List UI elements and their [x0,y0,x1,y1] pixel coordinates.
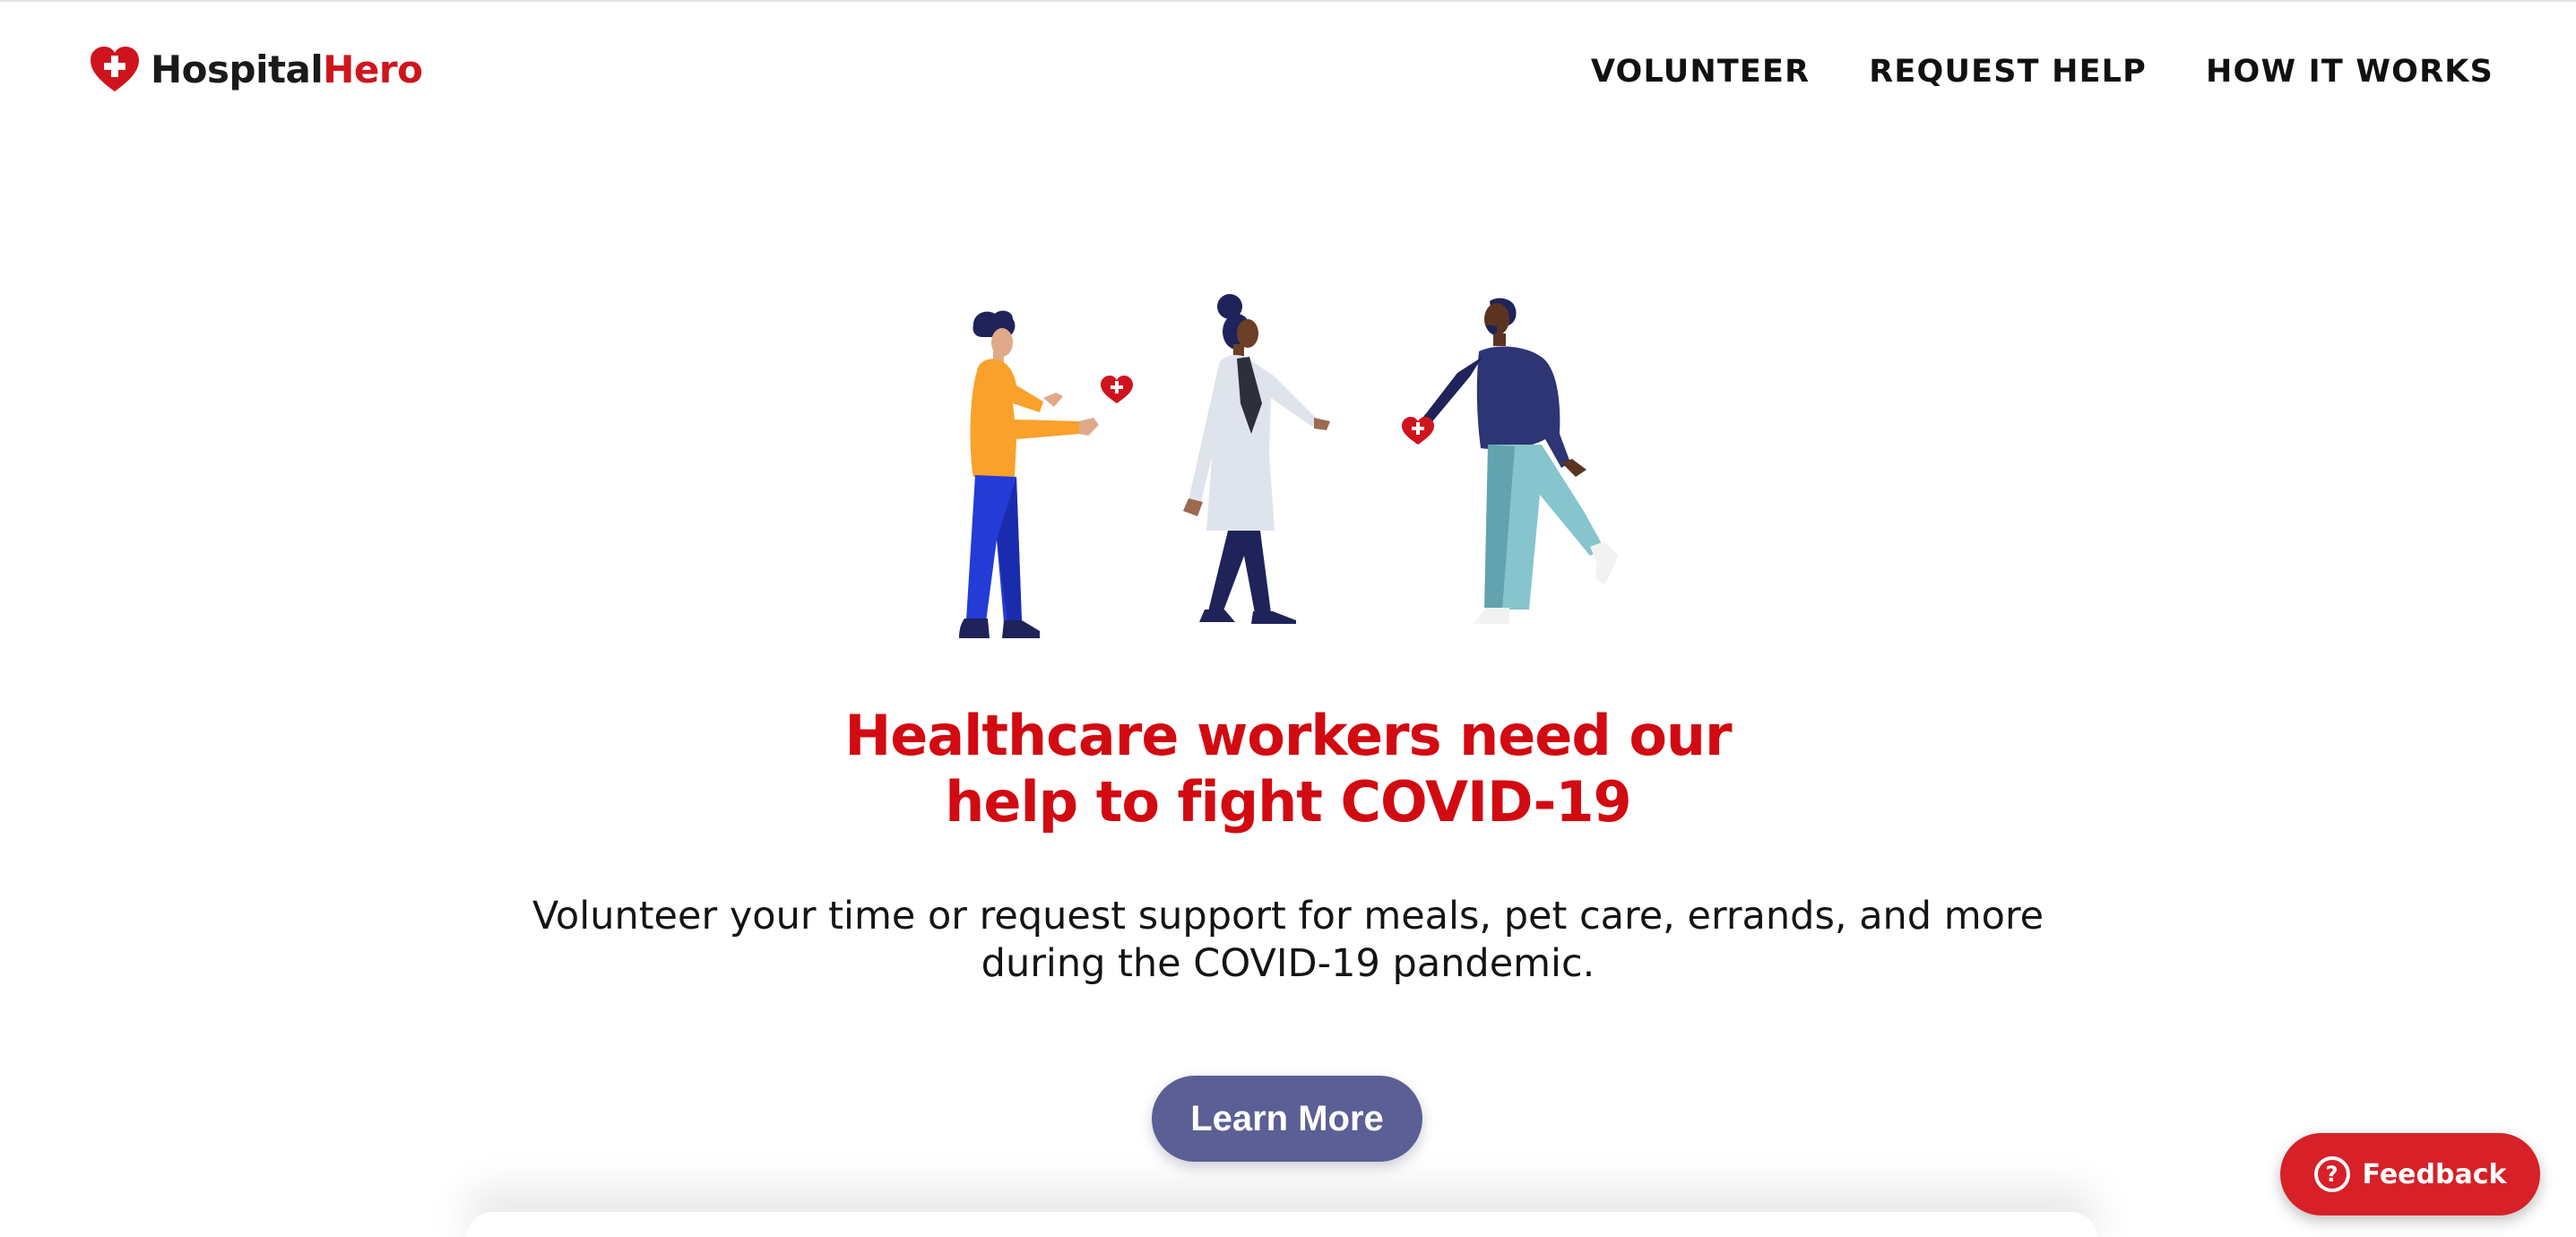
logo-text: HospitalHero [151,45,423,95]
hero-subtext-line-1: Volunteer your time or request support f… [532,894,2044,939]
hero-headline: Healthcare workers need our help to figh… [571,703,2005,835]
logo-text-hero: Hero [323,48,423,91]
helper-figure [1418,298,1619,624]
logo[interactable]: HospitalHero [90,45,423,95]
question-circle-icon: ? [2313,1156,2350,1192]
feedback-button[interactable]: ? Feedback [2280,1133,2540,1215]
next-section-card [466,1212,2097,1237]
page: HospitalHero VOLUNTEER REQUEST HELP HOW … [0,0,2576,1237]
feedback-label: Feedback [2362,1158,2507,1190]
people-helping-illustration [959,294,1619,638]
hero-subtext-line-2: during the COVID-19 pandemic. [981,941,1595,986]
volunteer-figure [959,310,1099,638]
learn-more-button[interactable]: Learn More [1152,1076,1422,1162]
hero-subtext: Volunteer your time or request support f… [392,893,2184,988]
top-divider [0,0,2576,2]
heart-cross-icon [91,47,139,91]
hero-headline-line-2: help to fight COVID-19 [945,769,1631,835]
logo-text-hospital: Hospital [151,48,324,91]
nav-request-help[interactable]: REQUEST HELP [1869,52,2147,91]
heart-icon [1402,417,1434,445]
main-nav: VOLUNTEER REQUEST HELP HOW IT WORKS [1591,52,2494,91]
nav-how-it-works[interactable]: HOW IT WORKS [2206,52,2494,91]
healthcare-worker-figure [1183,294,1330,624]
nav-volunteer[interactable]: VOLUNTEER [1591,52,1810,91]
heart-icon [1101,376,1133,403]
hero-headline-line-1: Healthcare workers need our [844,703,1732,768]
